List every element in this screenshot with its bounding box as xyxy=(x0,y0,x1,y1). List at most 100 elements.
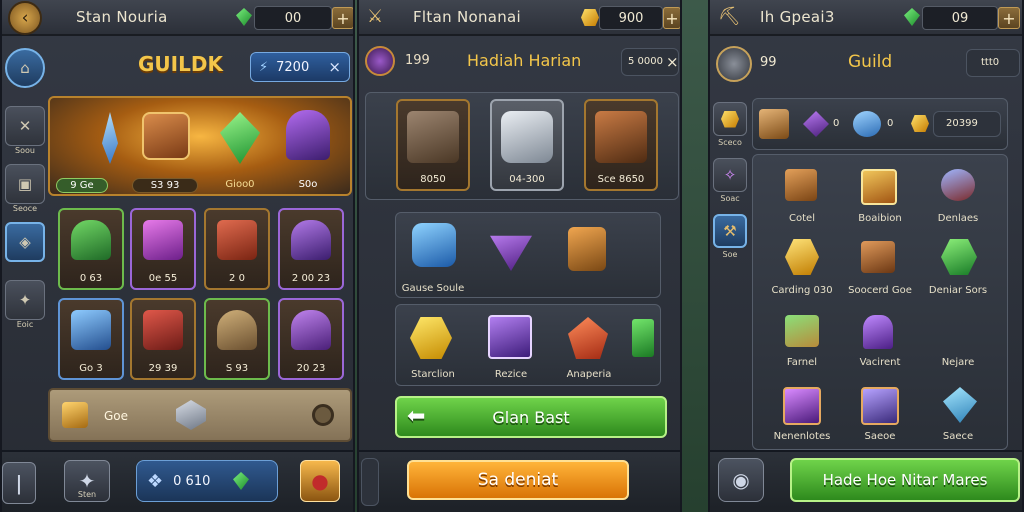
gear-slot[interactable]: S 93 xyxy=(204,298,270,380)
item-label: Deniar Sors xyxy=(928,285,988,296)
gem-count: 00 xyxy=(284,10,302,26)
add-gems-button[interactable]: + xyxy=(332,7,353,29)
gear-slot[interactable]: 20 23 xyxy=(278,298,344,380)
tab-shield[interactable]: ◈ xyxy=(5,222,45,262)
tab-home[interactable]: ⌂ xyxy=(5,48,45,88)
tab-swords[interactable]: ✕ Soou xyxy=(5,106,45,155)
slot-value: 0 63 xyxy=(79,273,103,284)
reward-label: S0o xyxy=(298,179,318,190)
hero-slot[interactable]: 0 63 xyxy=(58,208,124,290)
crate-icon[interactable] xyxy=(785,169,817,201)
emblem-icon[interactable] xyxy=(861,169,897,205)
star-icon: ✦ xyxy=(18,291,32,309)
close-icon[interactable]: × xyxy=(666,53,679,71)
item-label: Saece xyxy=(942,431,974,442)
tab-magic[interactable]: ✧ Soac xyxy=(713,158,747,203)
bonus-label: Gause Soule xyxy=(401,283,465,294)
back-button[interactable]: ‹ xyxy=(2,0,48,36)
magic-scroll-icon[interactable] xyxy=(488,315,532,359)
crystal-blade-icon[interactable] xyxy=(102,112,118,164)
ore-icon[interactable] xyxy=(176,400,206,430)
item-label: Soocerd Goe xyxy=(848,285,912,296)
hero-slot[interactable]: 2 00 23 xyxy=(278,208,344,290)
settings-icon[interactable] xyxy=(312,404,334,426)
plus-icon: + xyxy=(336,8,350,28)
tab-shop[interactable]: Sceco xyxy=(713,102,747,147)
page-title: GUILDK xyxy=(138,52,223,76)
hero-slot[interactable]: 0e 55 xyxy=(130,208,196,290)
confirm-button[interactable]: Sa deniat xyxy=(407,460,629,500)
reward-slot[interactable]: 04-300 xyxy=(490,99,564,191)
power-pill[interactable]: ⚡ 7200 × xyxy=(250,52,350,82)
ruby-icon[interactable] xyxy=(568,317,608,359)
close-icon[interactable]: × xyxy=(328,58,341,76)
reward-slot[interactable]: 8050 xyxy=(396,99,470,191)
plus-icon: + xyxy=(1002,8,1016,28)
amulet-icon[interactable] xyxy=(941,169,975,201)
top-bar: ⛏ Ih Gpeai3 09 + xyxy=(710,0,1022,36)
inventory-strip: Goe xyxy=(48,388,352,442)
diamond-icon[interactable] xyxy=(943,387,977,423)
reward-label: Gioo0 xyxy=(225,179,255,190)
spell-icon[interactable] xyxy=(783,387,821,425)
gold-total: 20399 xyxy=(946,118,978,129)
reward-slot[interactable]: Sce 8650 xyxy=(584,99,658,191)
sword-icon[interactable]: ⚔ xyxy=(367,6,393,30)
tab-shop[interactable]: ▣ Seoce xyxy=(5,164,45,213)
topaz-icon[interactable] xyxy=(785,239,819,275)
main-action-label: Hade Hoe Nitar Mares xyxy=(822,471,988,489)
scroll-icon[interactable] xyxy=(759,109,789,139)
reward-label: 9 Ge xyxy=(56,178,108,193)
chest-icon[interactable] xyxy=(142,112,190,160)
iron-plate-icon xyxy=(501,111,553,163)
green-box-icon[interactable] xyxy=(785,315,819,347)
reward-label: S3 93 xyxy=(132,178,198,193)
quest-icon: ● xyxy=(311,469,329,493)
plus-icon: + xyxy=(665,8,679,28)
gear-slot[interactable]: 29 39 xyxy=(130,298,196,380)
emerald-icon[interactable] xyxy=(941,239,977,275)
info-box[interactable]: ttt0 xyxy=(966,49,1020,77)
info-icon: ǀ xyxy=(16,471,22,495)
gem-counter: 00 xyxy=(254,6,332,30)
hero-slot[interactable]: 2 0 xyxy=(204,208,270,290)
emerald-icon[interactable] xyxy=(220,112,260,164)
info-button[interactable]: ǀ xyxy=(2,462,36,504)
main-action-button[interactable]: Hade Hoe Nitar Mares xyxy=(790,458,1020,502)
scroll-icon[interactable] xyxy=(62,402,88,428)
timer-box: 5 0000 × xyxy=(621,48,679,76)
footer-bar: Sa deniat xyxy=(359,450,680,512)
backpack-icon[interactable] xyxy=(568,227,606,271)
tab-events[interactable]: ✦ Eoic xyxy=(5,280,45,329)
dark-hero-icon[interactable] xyxy=(286,110,330,160)
tome-icon[interactable] xyxy=(861,387,899,425)
item-label: Anaperia xyxy=(566,369,612,380)
shield-icon: ◈ xyxy=(19,233,31,251)
orb-icon[interactable] xyxy=(853,111,881,137)
gold-gem-icon[interactable] xyxy=(410,317,452,359)
claim-button[interactable]: ⬅ Glan Bast xyxy=(395,396,667,438)
settings-button[interactable]: ◉ xyxy=(718,458,764,502)
tab-hammer[interactable]: ⚒ Soe xyxy=(713,214,747,259)
add-gems-button[interactable]: + xyxy=(998,7,1020,29)
gear-slot[interactable]: Go 3 xyxy=(58,298,124,380)
rune-icon[interactable] xyxy=(803,111,829,137)
footer-bar: ◉ Hade Hoe Nitar Mares xyxy=(710,450,1022,512)
heroes-button[interactable]: ✦ Sten xyxy=(64,460,110,502)
power-value: 7200 xyxy=(276,59,310,75)
item-label: Nenenlotes xyxy=(773,431,831,442)
anvil-icon[interactable] xyxy=(861,241,895,273)
slot-value: 0e 55 xyxy=(148,273,178,284)
green-potion-icon[interactable] xyxy=(632,319,654,357)
amethyst-icon[interactable] xyxy=(490,235,532,271)
add-gold-button[interactable]: + xyxy=(663,7,680,29)
blue-potion-icon[interactable] xyxy=(412,223,456,267)
feather-icon[interactable] xyxy=(863,315,893,349)
tab-label: Sceco xyxy=(718,137,742,147)
quest-button[interactable]: ● xyxy=(300,460,340,502)
gem-icon xyxy=(236,8,252,26)
pickaxe-icon[interactable]: ⛏ xyxy=(718,6,744,30)
resource-box[interactable]: ❖ 0 610 xyxy=(136,460,278,502)
slot-value: 20 23 xyxy=(296,363,326,374)
rune-count: 0 xyxy=(833,118,840,129)
